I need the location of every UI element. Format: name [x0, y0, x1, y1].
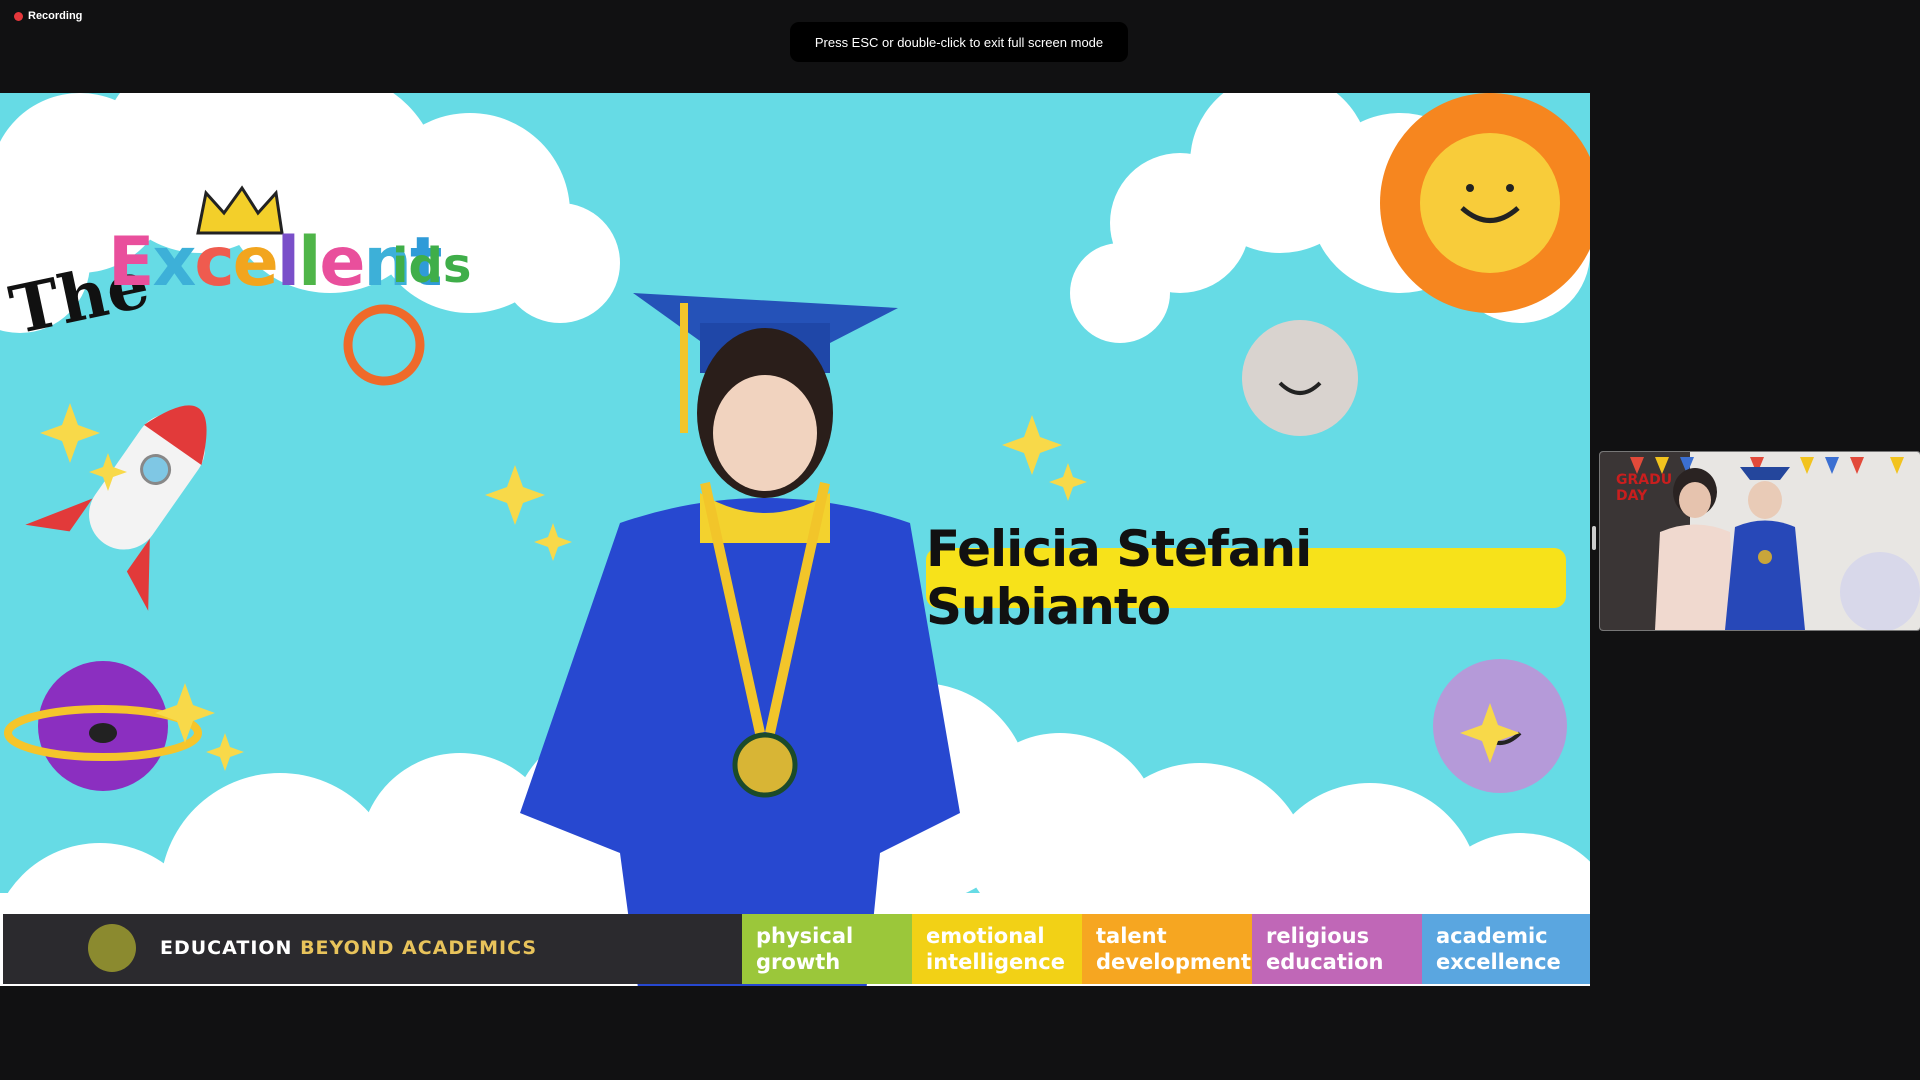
- panel-resize-handle[interactable]: [1592, 526, 1596, 550]
- fullscreen-exit-text: Press ESC or double-click to exit full s…: [814, 34, 1104, 50]
- pillar-physical-growth: physical growth: [742, 914, 912, 984]
- school-emblem-icon: [88, 924, 136, 972]
- participant-video-thumbnail[interactable]: GRADU DAY: [1599, 451, 1920, 631]
- fullscreen-exit-toast: Press ESC or double-click to exit full s…: [790, 22, 1128, 62]
- education-tagline: EDUCATION BEYOND ACADEMICS: [160, 937, 538, 959]
- pillar-emotional-intelligence: emotional intelligence: [912, 914, 1082, 984]
- recording-dot-icon: [14, 11, 23, 21]
- logo-k-circle: [343, 304, 425, 386]
- recording-label: Recording: [28, 10, 83, 22]
- graduation-day-banner-text: GRADU DAY: [1616, 472, 1673, 504]
- rocket-illustration: [25, 405, 207, 611]
- sun-illustration: [1380, 93, 1590, 313]
- student-name: Felicia Stefani Subianto: [926, 520, 1312, 636]
- student-name-banner: Felicia Stefani Subianto: [926, 520, 1566, 636]
- shared-screen-video[interactable]: The Excellent ids Felicia Stefani Subian…: [0, 93, 1590, 986]
- pillar-academic-excellence: academic excellence: [1422, 914, 1590, 984]
- logo-kids-text: ids: [392, 238, 472, 294]
- moon-illustration: [1242, 320, 1358, 436]
- pillar-religious-education: religious education: [1252, 914, 1422, 984]
- logo-excellent-text: Excellent: [108, 223, 442, 302]
- recording-indicator: Recording: [14, 10, 82, 22]
- saturn-planet-left: [4, 661, 202, 791]
- pillar-talent-development: talent development: [1082, 914, 1252, 984]
